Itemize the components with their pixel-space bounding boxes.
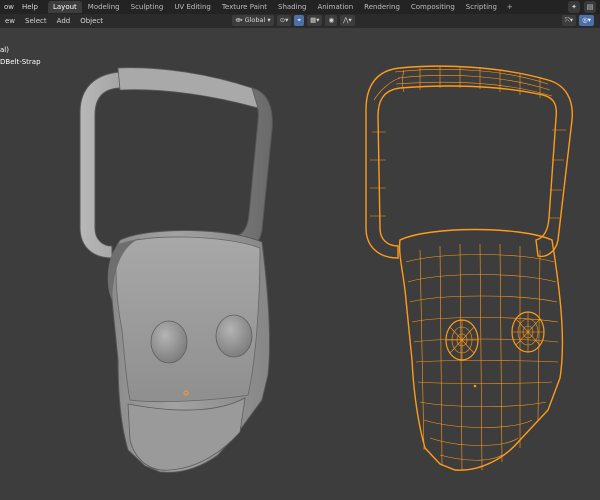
menu-window[interactable]: ow <box>0 0 18 14</box>
gizmo-icon[interactable]: ⤧▾ <box>561 15 577 26</box>
menu-object[interactable]: Object <box>75 14 108 28</box>
pivot-icon[interactable]: ⊙▾ <box>276 15 292 26</box>
orientation-label: Global <box>244 16 266 24</box>
tab-layout[interactable]: Layout <box>47 1 82 13</box>
snap-icon[interactable]: ⌖ <box>294 15 305 26</box>
tab-scripting[interactable]: Scripting <box>461 1 502 13</box>
tab-sculpting[interactable]: Sculpting <box>126 1 169 13</box>
stud-right-solid <box>215 314 253 358</box>
menu-select[interactable]: Select <box>20 14 52 28</box>
menu-help[interactable]: Help <box>18 0 42 14</box>
viewport-right-controls: ⤧▾ ◎▾ <box>561 15 594 26</box>
wireframe-belt-strap-model[interactable] <box>365 65 573 471</box>
tab-modeling[interactable]: Modeling <box>83 1 125 13</box>
tab-rendering[interactable]: Rendering <box>359 1 405 13</box>
scene-icon[interactable]: ✦ <box>568 1 580 13</box>
topbar: ow Help Layout Modeling Sculpting UV Edi… <box>0 0 600 14</box>
viewport-overlay-info: al) DBelt-Strap <box>0 44 41 68</box>
add-workspace-button[interactable]: + <box>503 3 517 11</box>
solid-belt-strap-model[interactable] <box>79 67 273 473</box>
view-mode-text: al) <box>0 46 9 54</box>
proportional-edit-icon[interactable]: ◉ <box>325 15 338 26</box>
falloff-icon[interactable]: ⋀▾ <box>340 15 355 26</box>
viewport-header: ew Select Add Object ⟴ Global ▾ ⊙▾ ⌖ ▦▾ … <box>0 14 600 28</box>
snap-target-icon[interactable]: ▦▾ <box>307 15 323 26</box>
view-layer-icon[interactable]: ▤ <box>584 1 596 13</box>
object-name-text: DBelt-Strap <box>0 58 41 66</box>
stud-left-solid <box>150 320 188 364</box>
3d-viewport[interactable] <box>0 28 600 500</box>
tab-compositing[interactable]: Compositing <box>406 1 460 13</box>
overlay-icon[interactable]: ◎▾ <box>579 15 594 26</box>
menu-view[interactable]: ew <box>0 14 20 28</box>
menu-add[interactable]: Add <box>52 14 76 28</box>
orientation-dropdown[interactable]: ⟴ Global ▾ <box>232 15 274 26</box>
tab-texture-paint[interactable]: Texture Paint <box>217 1 272 13</box>
tab-animation[interactable]: Animation <box>312 1 358 13</box>
topbar-right: ✦ ▤ <box>568 1 596 13</box>
tab-shading[interactable]: Shading <box>273 1 311 13</box>
transform-controls: ⟴ Global ▾ ⊙▾ ⌖ ▦▾ ◉ ⋀▾ <box>232 15 355 26</box>
tab-uv-editing[interactable]: UV Editing <box>169 1 216 13</box>
